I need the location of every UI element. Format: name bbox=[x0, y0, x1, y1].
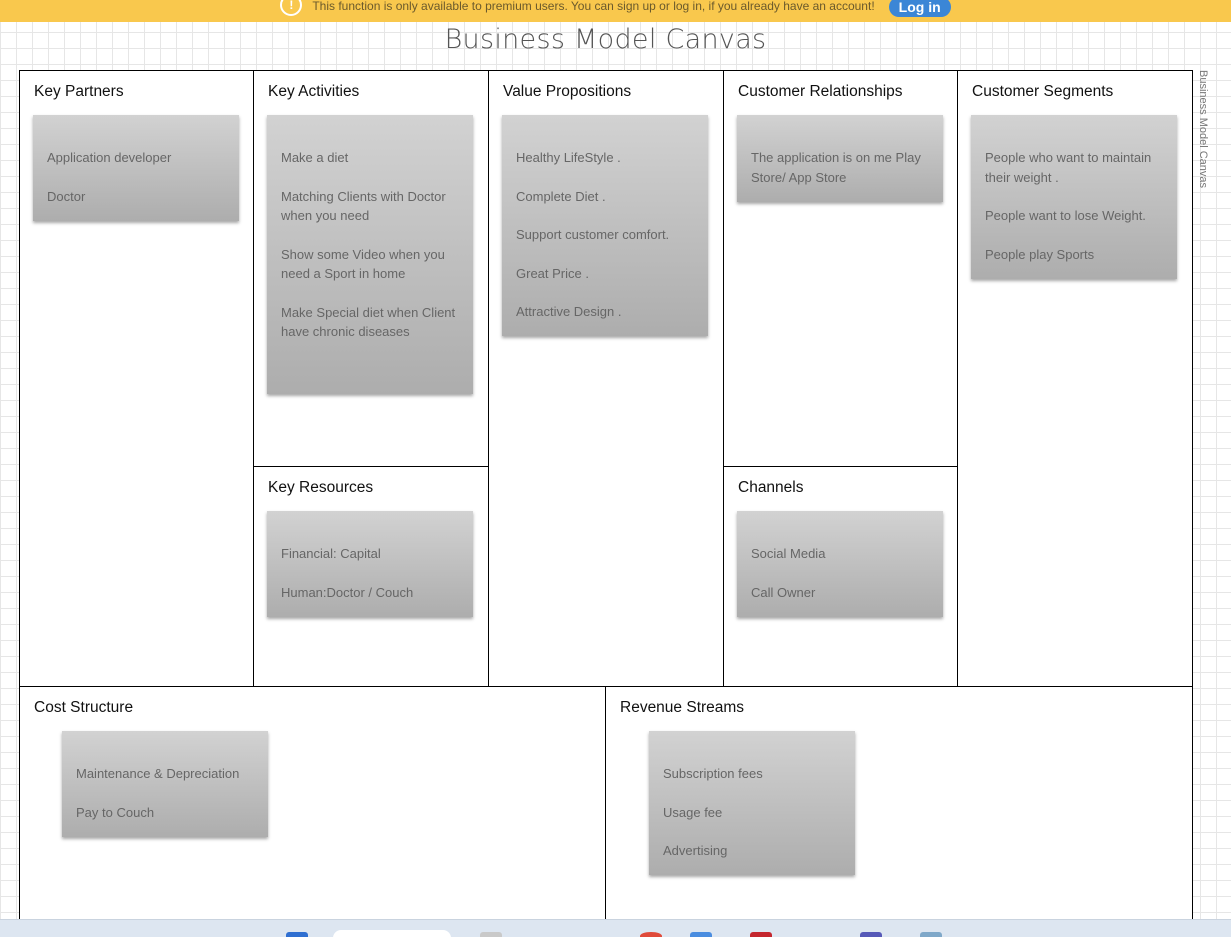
sticky-note[interactable]: Application developer Doctor bbox=[33, 115, 239, 221]
section-customer-relationships: Customer Relationships The application i… bbox=[724, 71, 958, 467]
login-button[interactable]: Log in bbox=[888, 0, 951, 17]
sticky-note[interactable]: People who want to maintain their weight… bbox=[971, 115, 1177, 279]
premium-message: This function is only available to premi… bbox=[312, 0, 875, 13]
note-item: People play Sports bbox=[985, 246, 1095, 262]
note-item: Healthy LifeStyle . bbox=[516, 150, 621, 165]
app-icon[interactable] bbox=[690, 932, 712, 937]
note-item: Usage fee bbox=[663, 804, 723, 820]
note-item: Make Special diet when Client have chron… bbox=[281, 304, 456, 340]
section-title: Cost Structure bbox=[34, 699, 134, 716]
browser-icon[interactable] bbox=[640, 932, 662, 937]
section-title: Customer Segments bbox=[972, 83, 1114, 100]
note-item: Attractive Design . bbox=[516, 304, 622, 319]
note-item: Make a diet bbox=[281, 150, 349, 165]
note-item: Human:Doctor / Couch bbox=[281, 584, 414, 600]
section-title: Key Partners bbox=[34, 83, 124, 100]
note-item: Great Price . bbox=[516, 265, 589, 281]
start-icon[interactable] bbox=[286, 932, 308, 937]
section-cost-structure: Cost Structure Maintenance & Depreciatio… bbox=[20, 687, 606, 937]
section-customer-segments: Customer Segments People who want to mai… bbox=[958, 71, 1192, 687]
sticky-note[interactable]: The application is on me Play Store/ App… bbox=[737, 115, 943, 202]
section-key-partners: Key Partners Application developer Docto… bbox=[20, 71, 254, 687]
note-item: Support customer comfort. bbox=[516, 227, 670, 242]
task-view-icon[interactable] bbox=[480, 932, 502, 937]
note-item: Advertising bbox=[663, 843, 728, 858]
sticky-note[interactable]: Financial: Capital Human:Doctor / Couch bbox=[267, 511, 473, 617]
section-channels: Channels Social Media Call Owner bbox=[724, 467, 958, 687]
section-title: Customer Relationships bbox=[738, 83, 903, 100]
premium-banner: ! This function is only available to pre… bbox=[0, 0, 1231, 22]
warning-icon: ! bbox=[280, 0, 303, 16]
note-item: Complete Diet . bbox=[516, 188, 606, 204]
sticky-note[interactable]: Subscription fees Usage fee Advertising bbox=[649, 731, 855, 875]
sticky-note[interactable]: Make a diet Matching Clients with Doctor… bbox=[267, 115, 473, 394]
note-item: The application is on me Play Store/ App… bbox=[751, 150, 921, 185]
note-item: People who want to maintain their weight… bbox=[985, 150, 1152, 185]
section-title: Channels bbox=[738, 479, 804, 496]
page-title: Business Model Canvas bbox=[444, 24, 767, 55]
section-revenue-streams: Revenue Streams Subscription fees Usage … bbox=[606, 687, 1192, 937]
note-item: Application developer bbox=[47, 150, 172, 165]
section-title: Value Propositions bbox=[503, 83, 632, 100]
section-key-resources: Key Resources Financial: Capital Human:D… bbox=[254, 467, 489, 687]
note-item: Financial: Capital bbox=[281, 546, 381, 561]
app-icon[interactable] bbox=[750, 932, 772, 937]
note-item: Show some Video when you need a Sport in… bbox=[281, 246, 445, 282]
note-item: People want to lose Weight. bbox=[985, 208, 1146, 223]
note-item: Pay to Couch bbox=[76, 804, 155, 820]
sticky-note[interactable]: Healthy LifeStyle . Complete Diet . Supp… bbox=[502, 115, 708, 336]
section-key-activities: Key Activities Make a diet Matching Clie… bbox=[254, 71, 489, 467]
section-title: Key Resources bbox=[268, 479, 374, 496]
note-item: Call Owner bbox=[751, 584, 816, 600]
side-label[interactable]: Business Model Canvas bbox=[1197, 70, 1209, 188]
taskbar-search[interactable] bbox=[333, 930, 451, 937]
sticky-note[interactable]: Maintenance & Depreciation Pay to Couch bbox=[62, 731, 268, 837]
note-item: Matching Clients with Doctor when you ne… bbox=[281, 188, 446, 224]
note-item: Maintenance & Depreciation bbox=[76, 766, 240, 781]
note-item: Doctor bbox=[47, 188, 86, 204]
sticky-note[interactable]: Social Media Call Owner bbox=[737, 511, 943, 617]
section-title: Revenue Streams bbox=[620, 699, 745, 716]
note-item: Social Media bbox=[751, 546, 826, 561]
app-icon[interactable] bbox=[860, 932, 882, 937]
app-icon[interactable] bbox=[920, 932, 942, 937]
section-title: Key Activities bbox=[268, 83, 360, 100]
os-taskbar bbox=[0, 919, 1231, 937]
section-value-propositions: Value Propositions Healthy LifeStyle . C… bbox=[489, 71, 724, 687]
note-item: Subscription fees bbox=[663, 766, 763, 781]
business-model-canvas: Key Partners Application developer Docto… bbox=[19, 70, 1193, 937]
